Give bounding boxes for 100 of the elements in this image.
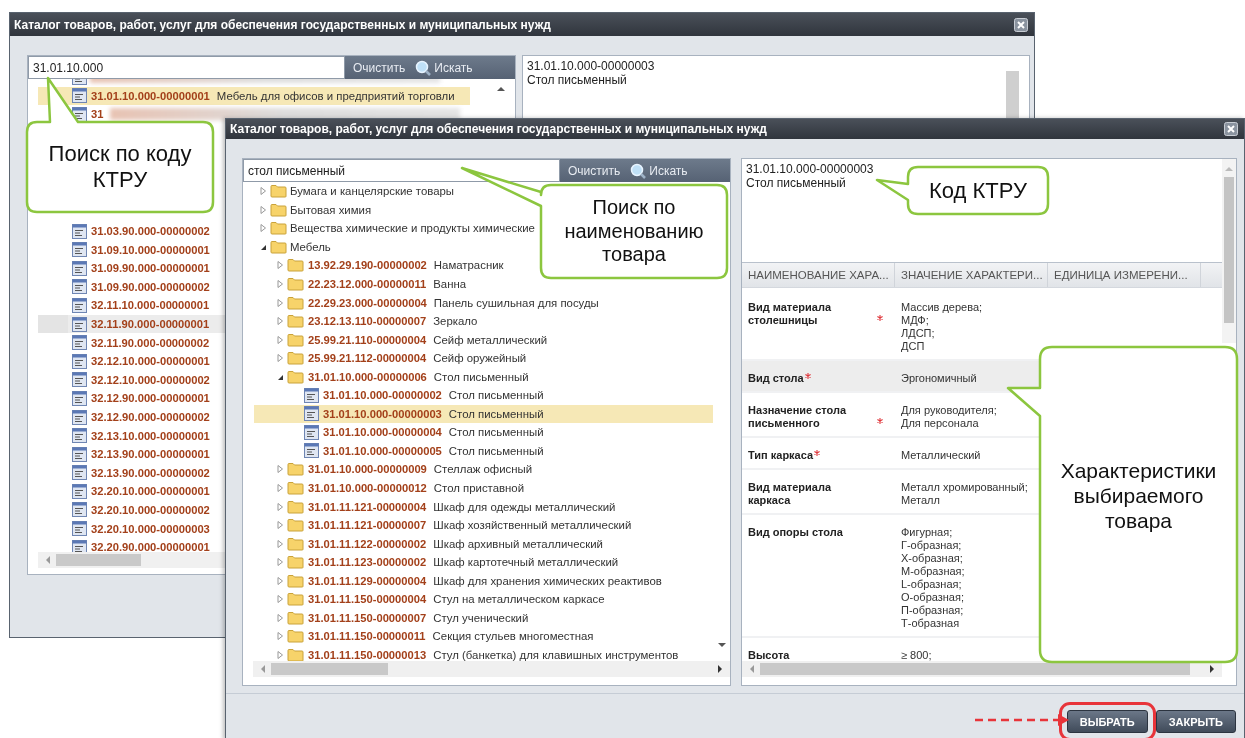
item-name: Стул ученический <box>433 611 529 624</box>
item-code: 31.01.10.000-00000009 <box>308 463 427 476</box>
item-name: Наматрасник <box>433 259 504 272</box>
item-code: 31.01.11.129-00000004 <box>308 574 427 587</box>
property-value: Массив дерева; <box>901 301 984 314</box>
item-name: Сейф металлический <box>433 333 548 346</box>
item-code: 31.01.11.150-00000011 <box>308 630 426 643</box>
item-code: 32.20.10.000-00000001 <box>91 485 210 498</box>
item-code: 31.09.90.000-00000002 <box>91 280 210 293</box>
item-code: 31.01.10.000-00000012 <box>308 482 427 494</box>
item-code: 32.12.90.000-00000001 <box>91 392 210 405</box>
item-code: 32.11.10.000-00000001 <box>91 299 210 312</box>
item-code: 31.01.11.122-00000002 <box>308 537 427 550</box>
property-name: Вид материала столешницы <box>748 301 833 327</box>
item-name: Стол приставной <box>433 482 525 494</box>
item-name: Секция стульев многоместная <box>432 630 594 643</box>
item-code: 25.99.21.110-00000004 <box>308 333 427 346</box>
item-name: Бытовая химия <box>290 203 372 216</box>
property-name: Высота <box>748 649 790 661</box>
callout-text: Код КТРУ <box>929 177 1027 204</box>
item-code: 31.01.11.121-00000004 <box>308 500 427 513</box>
property-value: М-образная; <box>901 565 966 578</box>
item-name: Стул на металлическом каркасе <box>433 593 605 606</box>
property-value: П-образная; <box>901 604 965 617</box>
item-name: Стол письменный <box>448 426 544 439</box>
property-value: ≥ 800; <box>901 649 933 661</box>
item-code: 31.01.11.150-00000004 <box>308 593 427 606</box>
property-name: Вид опоры стола <box>748 526 843 539</box>
item-code: 31.09.10.000-00000001 <box>91 243 210 256</box>
item-name: Зеркало <box>433 315 478 328</box>
property-value: Т-образная <box>901 617 961 630</box>
item-code: 32.11.90.000-00000002 <box>91 336 210 349</box>
item-name: Шкаф для хранения химических реактивов <box>433 574 662 587</box>
property-value: Для руководителя; <box>901 404 998 417</box>
item-name: Ванна <box>433 278 467 290</box>
item-name: Стол письменный <box>527 73 628 87</box>
item-code: 23.12.13.110-00000007 <box>308 315 427 328</box>
item-code: 32.11.90.000-00000001 <box>91 318 210 331</box>
property-name: Вид стола <box>748 372 804 385</box>
window-title: Каталог товаров, работ, услуг для обеспечения государственных и муниципальных нужд <box>230 122 767 136</box>
item-name: Стол письменный <box>746 176 847 190</box>
item-name: Стол письменный <box>448 407 544 420</box>
item-code: 31.01.10.000-00000002 <box>323 389 442 402</box>
item-code: 31.01.10.000-00000005 <box>323 444 442 457</box>
property-value: МДФ; <box>901 314 930 327</box>
item-code: 32.13.90.000-00000002 <box>91 466 210 479</box>
item-name: Шкаф картотечный металлический <box>433 556 619 569</box>
item-code: 31.01.10.000-00000004 <box>323 426 442 439</box>
item-code: 32.20.10.000-00000003 <box>91 522 210 535</box>
item-name: Стул (банкетка) для клавишных инструментов <box>433 648 679 661</box>
item-name: Мебель <box>290 240 331 253</box>
item-name: Шкаф для одежды металлический <box>433 500 616 513</box>
property-value: ЛДСП; <box>901 327 936 340</box>
item-code: 13.92.29.190-00000002 <box>308 259 427 272</box>
item-name: Панель сушильная для посуды <box>433 296 599 309</box>
property-value: Фигурная; <box>901 526 954 539</box>
item-code: 31.01.11.121-00000007 <box>308 519 427 532</box>
item-code: 31.01.10.000-00000001 <box>91 89 210 102</box>
callout-text: Поиск по коду КТРУ <box>48 141 192 193</box>
property-value: Эргономичный <box>901 372 978 385</box>
item-name: Бумага и канцелярские товары <box>290 185 454 198</box>
item-code: 32.13.90.000-00000001 <box>91 448 210 461</box>
item-code: 32.12.10.000-00000001 <box>91 355 210 368</box>
item-code: 31.01.10.000-00000003 <box>527 59 656 73</box>
property-name: Тип каркаса <box>748 449 814 462</box>
property-value: О-образная; <box>901 591 965 604</box>
item-code: 31.01.11.123-00000002 <box>308 556 427 569</box>
item-name: Стеллаж офисный <box>433 463 533 476</box>
item-code: 22.29.23.000-00000004 <box>308 296 427 309</box>
property-name: Назначение стола письменного <box>748 404 848 430</box>
item-code: 31.09.90.000-00000001 <box>91 262 210 275</box>
callout-text: Поиск по наименованию товара <box>564 196 704 267</box>
item-name: Вещества химические и продукты химические <box>290 222 535 235</box>
item-code: 31.01.11.150-00000013 <box>308 648 427 661</box>
item-code: 25.99.21.112-00000004 <box>308 352 427 365</box>
item-name: Сейф оружейный <box>433 352 527 365</box>
item-code: 31 <box>91 108 104 121</box>
item-name: Стол письменный <box>433 370 529 383</box>
property-value: L-образная; <box>901 578 963 591</box>
item-code: 31.01.10.000-00000006 <box>308 370 427 383</box>
item-code: 31.01.10.000-00000003 <box>746 162 875 176</box>
property-name: Вид материала каркаса <box>748 481 833 507</box>
item-name: Стол письменный <box>448 389 544 402</box>
property-value: ДСП <box>901 340 926 353</box>
item-name: Шкаф хозяйственный металлический <box>433 519 632 532</box>
item-code: 31.03.90.000-00000002 <box>91 225 210 238</box>
item-name: Шкаф архивный металлический <box>433 537 603 550</box>
item-code: 32.12.10.000-00000002 <box>91 373 210 386</box>
item-name: Мебель для офисов и предприятий торговли <box>216 89 455 102</box>
property-value: Металл хромированный; <box>901 481 1029 494</box>
property-value: Металлический <box>901 449 982 462</box>
item-code: 31.01.11.150-00000007 <box>308 611 427 624</box>
item-code: 32.13.10.000-00000001 <box>91 429 210 442</box>
item-code: 32.12.90.000-00000002 <box>91 411 210 423</box>
item-name: Стол письменный <box>448 444 544 457</box>
item-code: 32.20.10.000-00000002 <box>91 504 210 516</box>
item-code: 22.23.12.000-00000011 <box>308 278 427 290</box>
property-value: Для персонала <box>901 417 980 430</box>
window-title: Каталог товаров, работ, услуг для обеспечения государственных и муниципальных нужд <box>14 17 551 32</box>
property-value: Металл <box>901 494 941 507</box>
